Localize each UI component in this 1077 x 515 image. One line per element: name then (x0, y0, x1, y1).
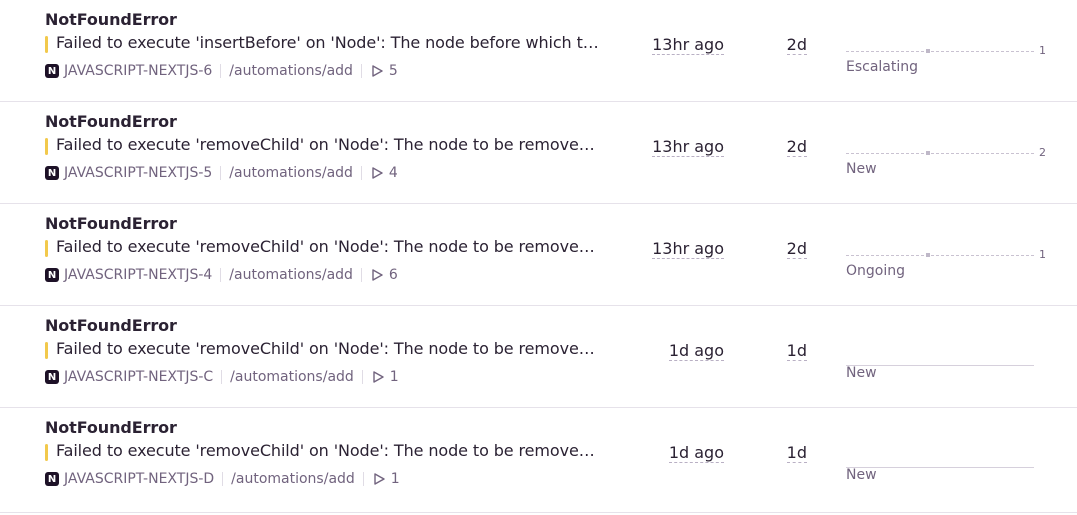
nextjs-icon: N (45, 268, 59, 282)
event-graph: 2 (846, 146, 1046, 160)
level-indicator (45, 444, 48, 461)
issue-row[interactable]: NotFoundError Failed to execute 'insertB… (0, 0, 1077, 102)
issue-row[interactable]: NotFoundError Failed to execute 'removeC… (0, 204, 1077, 306)
issue-culprit: /automations/add (231, 471, 355, 487)
replay-icon[interactable] (372, 472, 386, 486)
level-indicator (45, 240, 48, 257)
replay-icon[interactable] (370, 64, 384, 78)
first-seen-age[interactable]: 1d (786, 444, 807, 463)
nextjs-icon: N (45, 370, 59, 384)
replay-icon[interactable] (370, 166, 384, 180)
last-seen[interactable]: 13hr ago (652, 240, 724, 259)
issue-culprit: /automations/add (229, 267, 353, 283)
issue-row[interactable]: NotFoundError Failed to execute 'removeC… (0, 408, 1077, 513)
issue-meta: N JAVASCRIPT-NEXTJS-D /automations/add 1 (45, 470, 400, 488)
issue-meta: N JAVASCRIPT-NEXTJS-4 /automations/add 6 (45, 266, 398, 284)
issue-short-id[interactable]: JAVASCRIPT-NEXTJS-D (64, 471, 214, 487)
issue-message: Failed to execute 'removeChild' on 'Node… (56, 135, 601, 154)
graph-bar (926, 253, 930, 257)
issue-title[interactable]: NotFoundError (45, 112, 177, 131)
event-graph (846, 452, 1046, 468)
issue-status: New (846, 161, 877, 177)
nextjs-icon: N (45, 64, 59, 78)
first-seen-age[interactable]: 2d (786, 36, 807, 55)
level-indicator (45, 342, 48, 359)
issue-row[interactable]: NotFoundError Failed to execute 'removeC… (0, 102, 1077, 204)
last-seen[interactable]: 13hr ago (652, 36, 724, 55)
divider (360, 64, 362, 78)
issue-title[interactable]: NotFoundError (45, 214, 177, 233)
issue-meta: N JAVASCRIPT-NEXTJS-C /automations/add 1 (45, 368, 399, 386)
divider (220, 166, 222, 180)
issue-status: New (846, 365, 877, 381)
level-indicator (45, 36, 48, 53)
graph-bar (926, 151, 930, 155)
replay-count[interactable]: 5 (389, 63, 398, 79)
issue-message: Failed to execute 'removeChild' on 'Node… (56, 237, 601, 256)
nextjs-icon: N (45, 166, 59, 180)
divider (362, 472, 364, 486)
divider (360, 268, 362, 282)
replay-count[interactable]: 1 (391, 471, 400, 487)
issue-status: Ongoing (846, 263, 905, 279)
issue-title[interactable]: NotFoundError (45, 418, 177, 437)
issue-culprit: /automations/add (229, 63, 353, 79)
level-indicator (45, 138, 48, 155)
issue-title[interactable]: NotFoundError (45, 316, 177, 335)
issue-meta: N JAVASCRIPT-NEXTJS-5 /automations/add 4 (45, 164, 398, 182)
divider (221, 370, 223, 384)
issue-message: Failed to execute 'removeChild' on 'Node… (56, 441, 601, 460)
replay-count[interactable]: 6 (389, 267, 398, 283)
replay-count[interactable]: 4 (389, 165, 398, 181)
divider (360, 166, 362, 180)
divider (222, 472, 224, 486)
issue-list: NotFoundError Failed to execute 'insertB… (0, 0, 1077, 513)
graph-count: 1 (1039, 44, 1046, 57)
issue-status: New (846, 467, 877, 483)
first-seen-age[interactable]: 2d (786, 240, 807, 259)
issue-row[interactable]: NotFoundError Failed to execute 'removeC… (0, 306, 1077, 408)
issue-title[interactable]: NotFoundError (45, 10, 177, 29)
graph-baseline (846, 153, 1034, 154)
graph-count: 1 (1039, 248, 1046, 261)
issue-meta: N JAVASCRIPT-NEXTJS-6 /automations/add 5 (45, 62, 398, 80)
graph-bar (926, 49, 930, 53)
issue-message: Failed to execute 'removeChild' on 'Node… (56, 339, 601, 358)
event-graph: 1 (846, 248, 1046, 262)
issue-culprit: /automations/add (230, 369, 354, 385)
replay-icon[interactable] (370, 268, 384, 282)
first-seen-age[interactable]: 1d (786, 342, 807, 361)
issue-short-id[interactable]: JAVASCRIPT-NEXTJS-5 (64, 165, 212, 181)
issue-message: Failed to execute 'insertBefore' on 'Nod… (56, 33, 601, 52)
last-seen[interactable]: 13hr ago (652, 138, 724, 157)
issue-culprit: /automations/add (229, 165, 353, 181)
divider (220, 268, 222, 282)
nextjs-icon: N (45, 472, 59, 486)
event-graph (846, 350, 1046, 366)
graph-baseline (846, 51, 1034, 52)
graph-baseline (846, 255, 1034, 256)
event-graph: 1 (846, 44, 1046, 58)
issue-short-id[interactable]: JAVASCRIPT-NEXTJS-C (64, 369, 213, 385)
replay-icon[interactable] (371, 370, 385, 384)
issue-short-id[interactable]: JAVASCRIPT-NEXTJS-6 (64, 63, 212, 79)
first-seen-age[interactable]: 2d (786, 138, 807, 157)
replay-count[interactable]: 1 (390, 369, 399, 385)
divider (220, 64, 222, 78)
issue-short-id[interactable]: JAVASCRIPT-NEXTJS-4 (64, 267, 212, 283)
issue-status: Escalating (846, 59, 919, 75)
divider (361, 370, 363, 384)
graph-count: 2 (1039, 146, 1046, 159)
last-seen[interactable]: 1d ago (668, 342, 724, 361)
last-seen[interactable]: 1d ago (668, 444, 724, 463)
